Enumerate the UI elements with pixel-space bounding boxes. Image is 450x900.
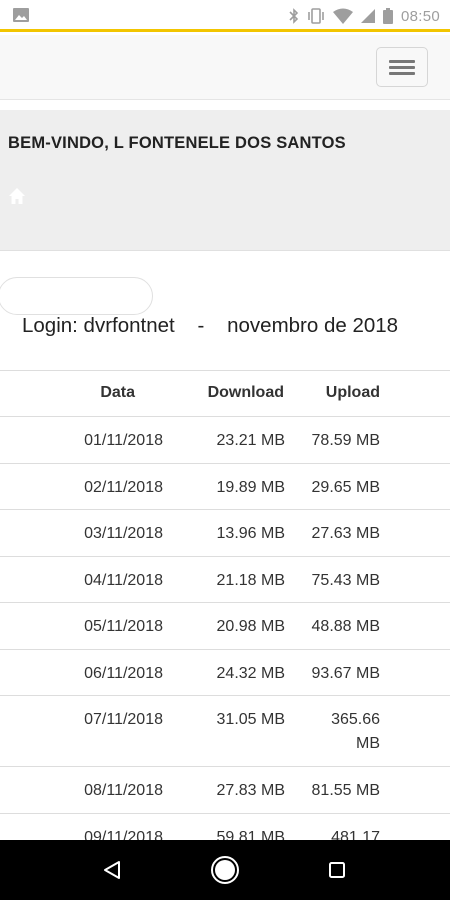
- table-row: 04/11/2018 21.18 MB 75.43 MB: [0, 555, 450, 603]
- home-icon[interactable]: [8, 187, 26, 205]
- table-row: 07/11/2018 31.05 MB 365.66 MB: [0, 695, 450, 766]
- hamburger-menu-icon: [389, 60, 415, 63]
- cell-download: 23.21 MB: [216, 432, 285, 449]
- cell-download: 13.96 MB: [216, 525, 285, 542]
- wifi-icon: [332, 8, 353, 24]
- cell-date: 04/11/2018: [84, 571, 163, 589]
- home-circle-icon[interactable]: [210, 855, 240, 885]
- usage-table: Data Download Upload 01/11/2018 23.21 MB…: [0, 370, 450, 859]
- cell-upload: 48.88 MB: [311, 618, 380, 635]
- welcome-title: BEM-VINDO, L FONTENELE DOS SANTOS: [8, 134, 346, 152]
- signal-icon: [360, 9, 375, 23]
- header-download: Download: [207, 384, 284, 401]
- cell-download: 24.32 MB: [216, 664, 285, 682]
- cell-download: 31.05 MB: [216, 711, 285, 728]
- cell-download: 27.83 MB: [216, 782, 285, 799]
- cell-date: 02/11/2018: [84, 478, 163, 496]
- recents-icon[interactable]: [329, 862, 345, 878]
- cell-download: 21.18 MB: [216, 571, 285, 589]
- menu-button[interactable]: [376, 47, 428, 87]
- cell-date: 03/11/2018: [84, 525, 163, 542]
- cell-upload: 365.66 MB: [331, 711, 380, 752]
- cell-download: 20.98 MB: [216, 618, 285, 635]
- image-icon: [13, 8, 29, 22]
- cell-download: 19.89 MB: [216, 478, 285, 496]
- period-selector[interactable]: [0, 277, 153, 315]
- top-navbar: [0, 35, 450, 100]
- cell-date: 08/11/2018: [84, 782, 163, 799]
- cell-date: 05/11/2018: [84, 618, 163, 635]
- cell-upload: 81.55 MB: [311, 782, 380, 799]
- table-header: Data Download Upload: [0, 370, 450, 416]
- cell-date: 07/11/2018: [84, 711, 163, 728]
- table-row: 01/11/2018 23.21 MB 78.59 MB: [0, 416, 450, 463]
- bluetooth-icon: [289, 8, 299, 24]
- status-bar: 08:50: [0, 0, 450, 32]
- table-row: 05/11/2018 20.98 MB 48.88 MB: [0, 602, 450, 649]
- table-row: 08/11/2018 27.83 MB 81.55 MB: [0, 766, 450, 813]
- hamburger-menu-icon: [389, 72, 415, 75]
- vibrate-icon: [308, 8, 324, 24]
- battery-icon: [382, 8, 393, 24]
- clock: 08:50: [400, 7, 440, 25]
- hamburger-menu-icon: [389, 66, 415, 69]
- accent-line: [0, 29, 450, 32]
- cell-upload: 29.65 MB: [311, 478, 380, 496]
- cell-date: 01/11/2018: [84, 432, 163, 449]
- table-row: 06/11/2018 24.32 MB 93.67 MB: [0, 648, 450, 696]
- login-period-text: Login: dvrfontnet - novembro de 2018: [22, 314, 399, 337]
- system-nav-bar: [0, 840, 450, 900]
- welcome-banner: BEM-VINDO, L FONTENELE DOS SANTOS: [0, 110, 450, 251]
- table-row: 03/11/2018 13.96 MB 27.63 MB: [0, 509, 450, 556]
- back-icon[interactable]: [103, 860, 121, 880]
- header-date: Data: [100, 384, 135, 401]
- table-row: 02/11/2018 19.89 MB 29.65 MB: [0, 462, 450, 510]
- header-upload: Upload: [325, 384, 380, 401]
- cell-upload: 78.59 MB: [311, 432, 380, 449]
- cell-upload: 75.43 MB: [311, 571, 380, 589]
- cell-upload: 27.63 MB: [311, 525, 380, 542]
- cell-date: 06/11/2018: [84, 664, 163, 682]
- cell-upload: 93.67 MB: [311, 664, 380, 682]
